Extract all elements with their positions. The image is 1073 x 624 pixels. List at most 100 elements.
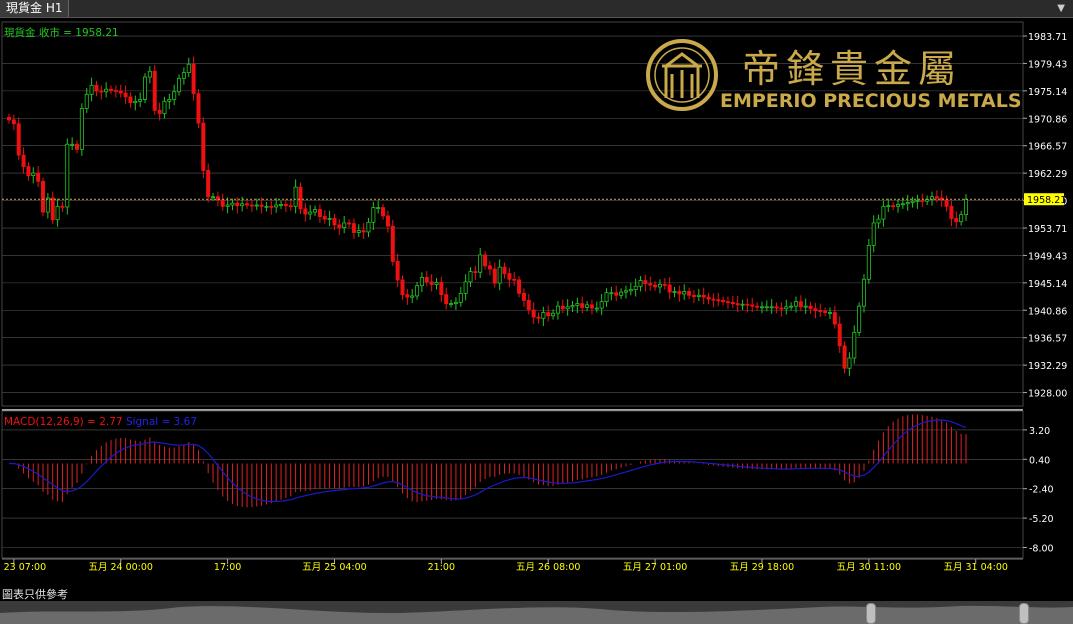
candle-body: [351, 223, 356, 233]
candle-body: [444, 294, 449, 305]
price-tick-label: 1953.71: [1028, 224, 1067, 235]
candle-body: [959, 214, 964, 223]
price-tick-label: 1983.71: [1028, 32, 1067, 43]
candle-body: [614, 292, 619, 296]
candle-body: [696, 294, 701, 297]
candle-body: [162, 100, 167, 114]
time-tick-label: 五月 29 18:00: [730, 562, 795, 573]
time-tick-label: 五月 31 04:00: [943, 562, 1008, 573]
candle-body: [109, 88, 114, 91]
candle-body: [764, 306, 769, 309]
chevron-down-icon[interactable]: ▼: [1057, 0, 1065, 17]
disclaimer-note: 圖表只供參考: [2, 588, 68, 601]
navigator-left-handle[interactable]: [866, 603, 876, 624]
candle-body: [478, 254, 483, 273]
time-tick-label: 17:00: [214, 562, 241, 573]
candle-body: [740, 303, 745, 306]
candle-body: [361, 230, 366, 233]
candle-body: [750, 304, 755, 307]
candle-body: [580, 303, 585, 308]
navigator-right-handle[interactable]: [1019, 603, 1029, 624]
candle-body: [419, 276, 424, 287]
candle-body: [298, 186, 303, 210]
candle-body: [842, 345, 847, 369]
candle-body: [31, 172, 36, 176]
navigator-scrollbar[interactable]: [0, 601, 1073, 624]
candle-body: [798, 301, 803, 308]
macd-pane-frame: [1, 410, 1024, 559]
candle-body: [453, 301, 458, 305]
candle-body: [677, 291, 682, 295]
candle-body: [274, 204, 279, 208]
candle-body: [891, 205, 896, 208]
candle-body: [381, 207, 386, 217]
price-tick-label: 1975.14: [1028, 87, 1067, 98]
candle-body: [585, 304, 590, 308]
logo-chinese-text: 帝鋒貴金屬: [742, 47, 962, 91]
candle-body: [687, 291, 692, 296]
candle-body: [415, 285, 420, 297]
candle-body: [279, 203, 284, 206]
candle-body: [886, 205, 891, 208]
candle-body: [463, 281, 468, 294]
candle-body: [211, 196, 216, 199]
candle-body: [60, 205, 65, 208]
candle-body: [147, 70, 152, 78]
candle-body: [507, 273, 512, 280]
price-tick-label: 1940.86: [1028, 306, 1067, 317]
candle-body: [181, 72, 186, 79]
macd-legend: MACD(12,26,9) = 2.77 Signal = 3.67: [4, 416, 197, 428]
candle-body: [332, 218, 337, 226]
candle-body: [55, 205, 60, 221]
price-tick-label: 1970.86: [1028, 114, 1067, 125]
logo-temple-icon: [662, 52, 702, 98]
candle-body: [964, 198, 969, 216]
macd-tick-label: -5.20: [1029, 514, 1054, 525]
candle-body: [65, 143, 70, 208]
candle-body: [934, 196, 939, 199]
time-tick-label: 21:00: [428, 562, 455, 573]
candle-body: [133, 100, 138, 104]
candle-body: [458, 292, 463, 303]
candle-body: [623, 290, 628, 293]
candle-body: [123, 92, 128, 98]
candle-body: [128, 96, 133, 104]
candle-body: [104, 88, 109, 93]
candle-body: [560, 305, 565, 310]
candle-body: [949, 205, 954, 219]
candle-body: [774, 306, 779, 309]
candle-body: [691, 294, 696, 297]
time-tick-label: 五月 27 01:00: [623, 562, 688, 573]
price-tick-label: 1949.43: [1028, 251, 1067, 262]
candle-body: [487, 265, 492, 270]
candle-body: [871, 222, 876, 246]
chart[interactable]: 1983.71 1979.43 1975.14 1970.86 1966.57 1962.…: [0, 18, 1073, 586]
candle-body: [434, 282, 439, 285]
candle-body: [827, 312, 832, 314]
candle-body: [322, 216, 327, 220]
candle-body: [220, 199, 225, 207]
candle-body: [847, 357, 852, 369]
candle-body: [118, 90, 123, 94]
chart-tab[interactable]: 現貨金 H1: [0, 0, 70, 17]
price-tick-label: 1979.43: [1028, 59, 1067, 70]
candle-body: [424, 276, 429, 283]
candle-body: [866, 244, 871, 280]
candle-body: [157, 109, 162, 114]
candle-body: [21, 154, 26, 168]
candle-body: [317, 209, 322, 217]
candle-body: [900, 203, 905, 206]
navigator-silhouette: [0, 605, 1073, 624]
price-tick-label: 1945.14: [1028, 279, 1067, 290]
candle-body: [648, 283, 653, 286]
candle-body: [152, 70, 157, 111]
candle-body: [920, 200, 925, 202]
price-legend: 現貨金 收市 = 1958.21: [4, 26, 119, 39]
candle-body: [711, 298, 716, 301]
candle-body: [837, 323, 842, 347]
candle-body: [143, 76, 148, 100]
candle-body: [240, 203, 245, 207]
candle-body: [186, 63, 191, 73]
candle-body: [206, 170, 211, 198]
candle-body: [405, 294, 410, 298]
